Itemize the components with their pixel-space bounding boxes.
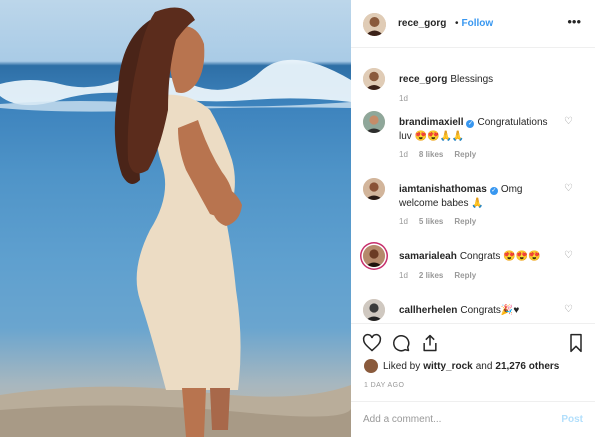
post-actions: Liked by witty_rock and 21,276 others 1 … [351,323,595,401]
reply-button[interactable]: Reply [454,150,476,159]
bookmark-icon[interactable] [567,333,585,356]
commenter-avatar[interactable] [363,299,385,321]
comment-body: Congrats 😍😍😍 [459,251,541,262]
likes-and: and [475,360,493,372]
comment-username[interactable]: rece_gorg [399,74,447,85]
comment-bubble-icon[interactable] [391,333,411,356]
commenter-avatar[interactable] [363,68,385,90]
comment-input[interactable] [363,410,543,428]
share-icon[interactable] [420,333,440,356]
photo-illustration [0,7,351,437]
liker-avatar [364,359,378,373]
post-header: rece_gorg • Follow ••• [351,0,595,48]
comment-time[interactable]: 1d [399,150,408,159]
comment-likes[interactable]: 5 likes [419,217,443,226]
verified-badge-icon: ✓ [489,187,498,195]
commenter-avatar[interactable] [363,245,385,267]
comment-time[interactable]: 1d [399,94,408,103]
comment-meta: 1d 5 likes Reply [399,217,487,226]
post-side-panel: rece_gorg • Follow ••• rece_gorg Blessings… [351,0,595,437]
comment-text: iamtanishathomas ✓ Omg welcome babes 🙏 [399,183,559,211]
add-comment-bar: Post [351,401,595,437]
reply-button[interactable]: Reply [454,271,476,280]
comment-meta: 1d 8 likes Reply [399,150,487,159]
follow-label: Follow [461,18,494,29]
author-avatar[interactable] [363,13,386,36]
like-comment-heart-icon[interactable]: ♡ [564,183,573,194]
separator-dot: • [455,18,459,29]
likes-prefix: Liked by [383,360,421,372]
like-heart-icon[interactable] [362,333,382,356]
verified-badge-icon: ✓ [466,120,475,128]
comment-text: rece_gorg Blessings [399,73,559,87]
likes-count[interactable]: 21,276 others [495,361,559,372]
post-date[interactable]: 1 DAY AGO [364,382,404,389]
comment-time[interactable]: 1d [399,217,408,226]
comment-username[interactable]: samarialeah [399,251,457,262]
post-photo[interactable] [0,0,351,437]
like-comment-heart-icon[interactable]: ♡ [564,116,573,127]
comment-text: samarialeah Congrats 😍😍😍 [399,250,559,264]
comment-text: brandimaxiell ✓ Congratulations luv 😍😍🙏🙏 [399,116,559,144]
comment-body: Blessings [450,74,494,85]
likes-summary: Liked by witty_rock and 21,276 others [364,359,562,373]
comment-meta: 1d 2 likes Reply [399,271,487,280]
reply-button[interactable]: Reply [454,217,476,226]
commenter-avatar[interactable] [363,111,385,133]
comment-text: callherhelen Congrats🎉♥ [399,304,559,318]
liker-username[interactable]: witty_rock [423,361,472,372]
follow-button[interactable]: • Follow [455,18,493,29]
like-comment-heart-icon[interactable]: ♡ [564,304,573,315]
comment-username[interactable]: callherhelen [399,305,457,316]
more-dots-icon[interactable]: ••• [567,14,581,29]
comment-body: Congrats🎉♥ [460,305,520,316]
like-comment-heart-icon[interactable]: ♡ [564,250,573,261]
comment-username[interactable]: iamtanishathomas [399,184,487,195]
author-username[interactable]: rece_gorg [398,18,446,29]
post-comment-button[interactable]: Post [561,414,583,425]
comment-username[interactable]: brandimaxiell [399,117,463,128]
comment-meta: 1d [399,94,419,103]
comment-time[interactable]: 1d [399,271,408,280]
commenter-avatar[interactable] [363,178,385,200]
comment-likes[interactable]: 8 likes [419,150,443,159]
comment-likes[interactable]: 2 likes [419,271,443,280]
